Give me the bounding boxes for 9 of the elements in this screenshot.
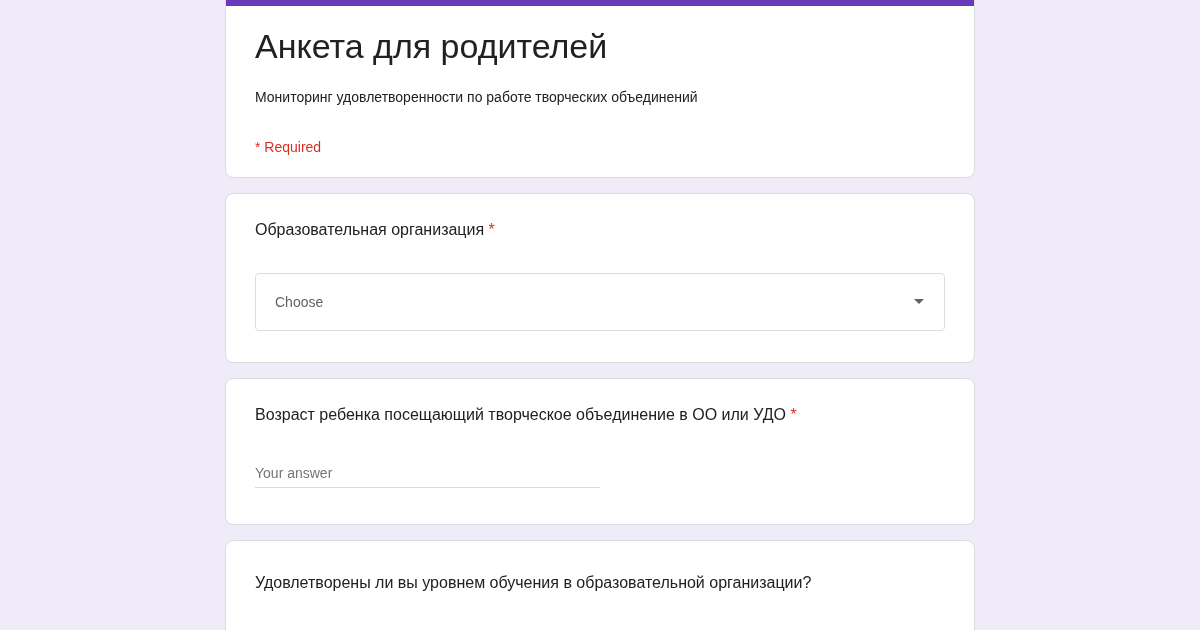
caret-icon: [914, 299, 924, 305]
dropdown[interactable]: Choose: [255, 272, 945, 331]
form-title: Анкета для родителей: [255, 26, 609, 67]
form-description: Мониторинг удовлетворенности по работе творческих объединений: [255, 88, 699, 105]
question-label: Возраст ребенка посещающий творческое объединение в ОО или УДО *: [255, 404, 798, 425]
answer-field[interactable]: Your answer: [255, 458, 600, 488]
question-label: Удовлетворены ли вы уровнем обучения в образовательной организации?: [255, 572, 813, 593]
required-note: * Required: [255, 138, 323, 155]
question-label: Образовательная организация *: [255, 219, 496, 240]
